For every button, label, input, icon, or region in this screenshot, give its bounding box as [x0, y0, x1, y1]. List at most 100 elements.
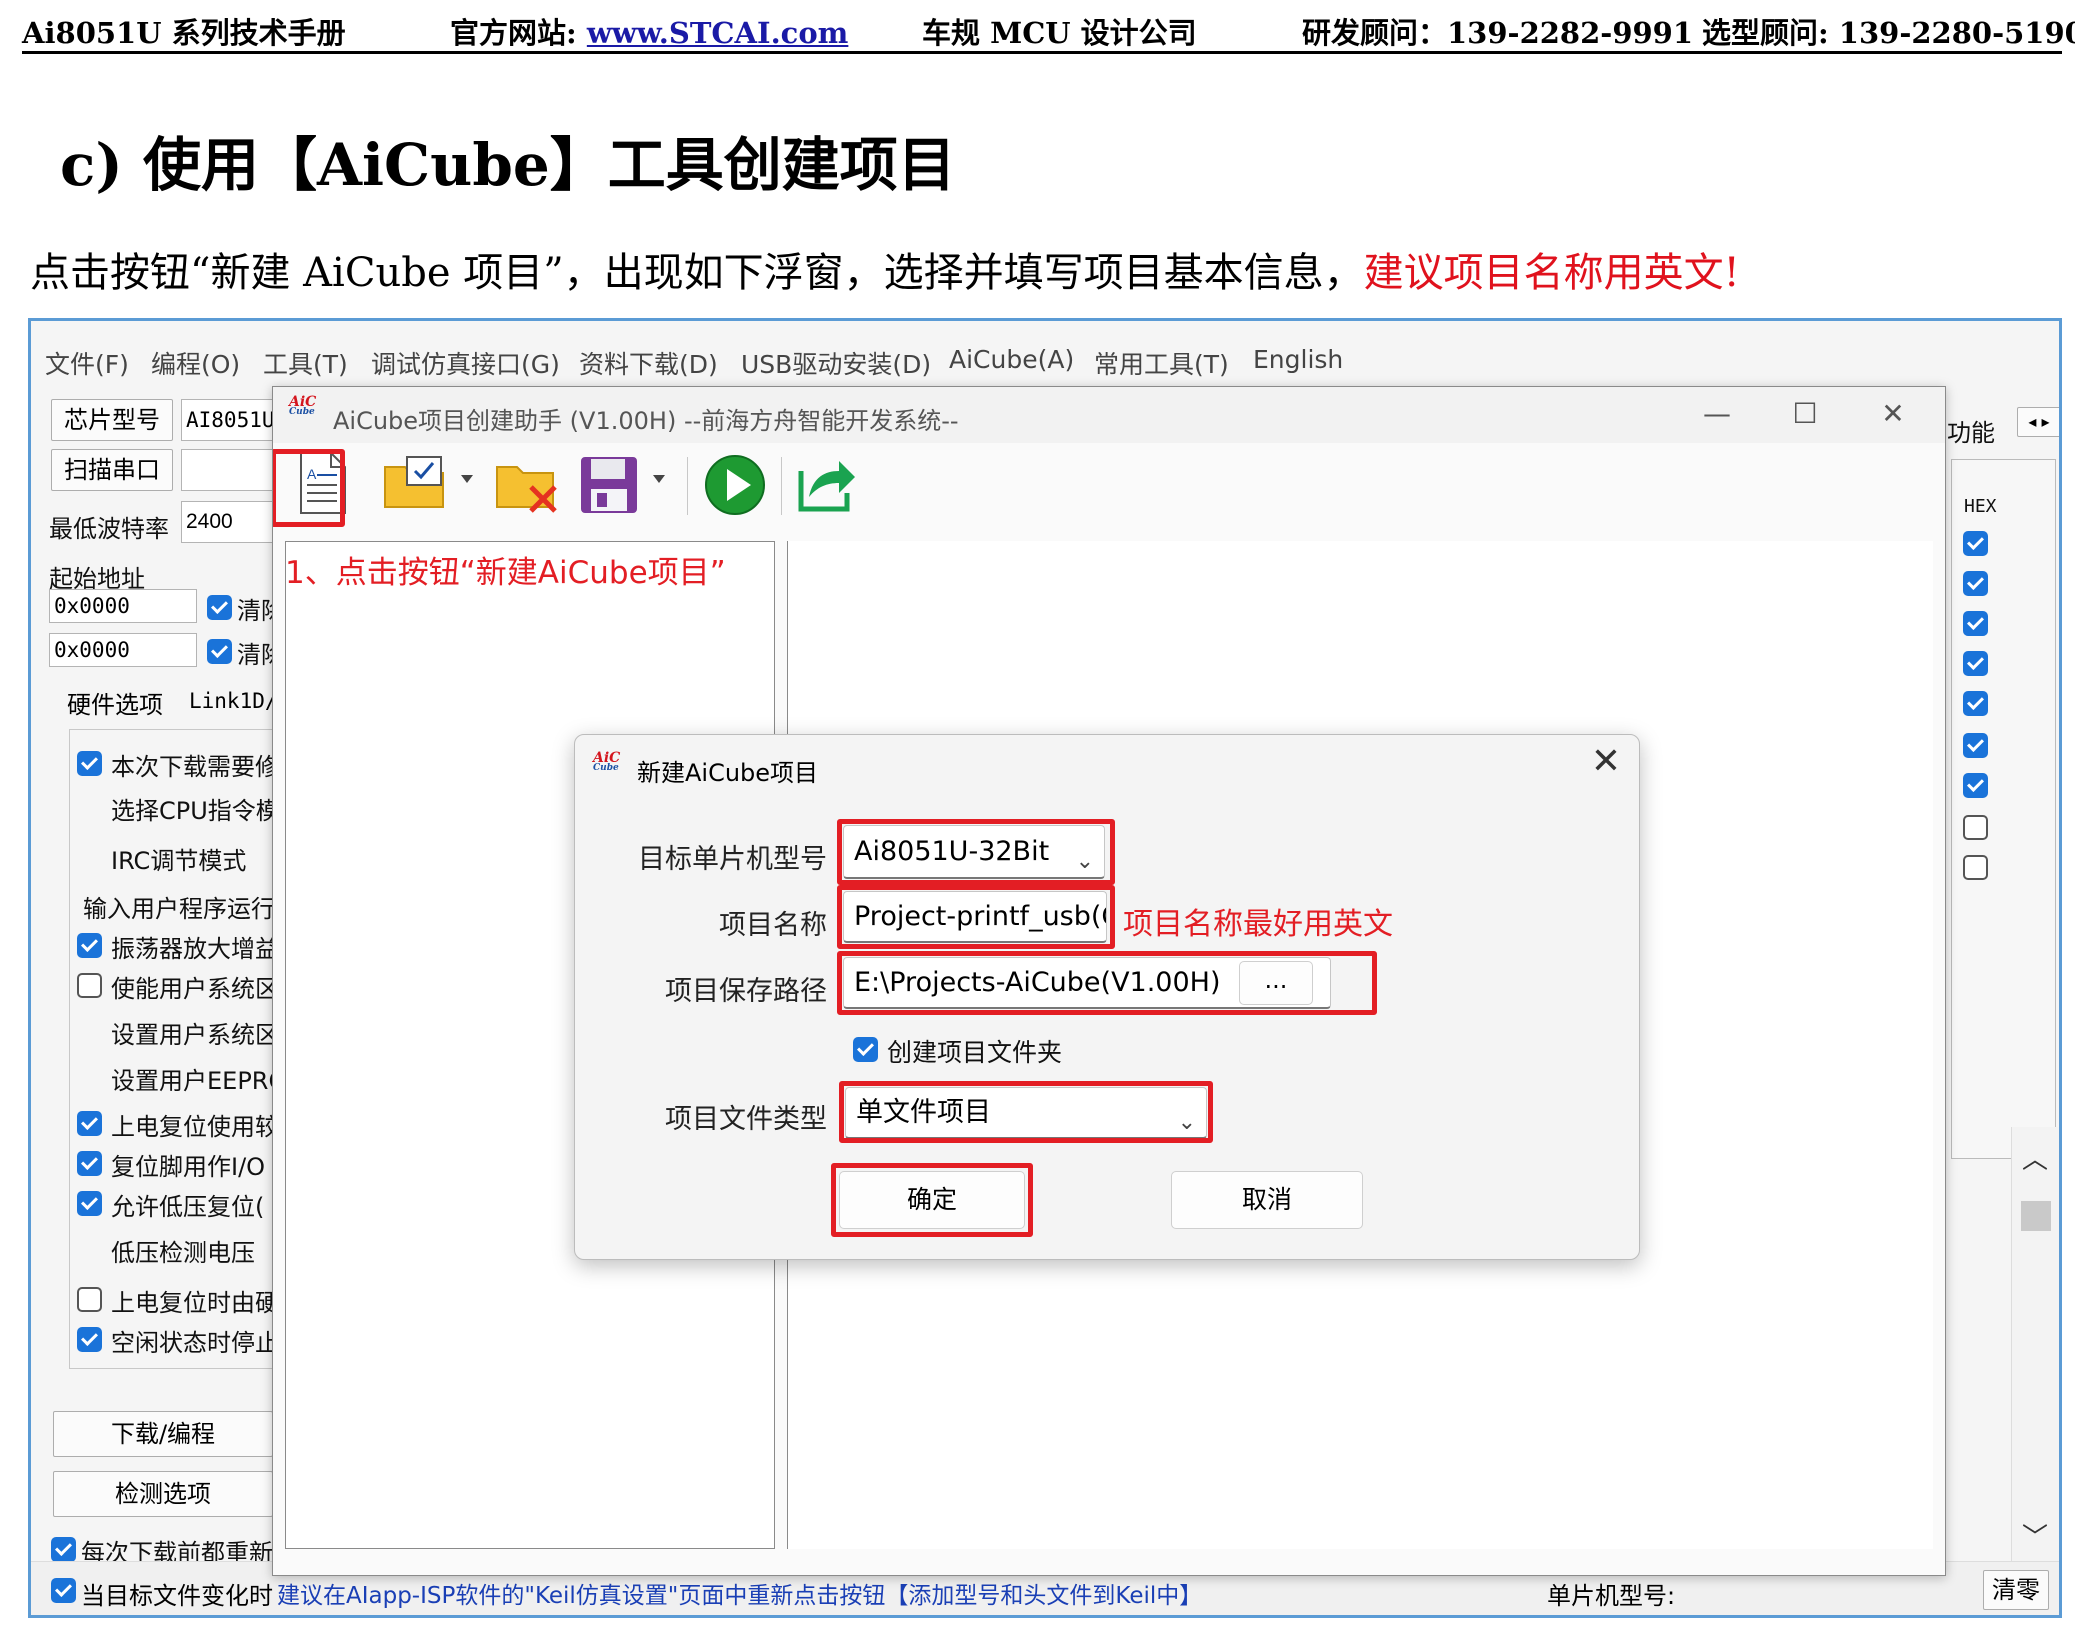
menu-file[interactable]: 文件(F) — [45, 345, 129, 381]
right-option-checkbox[interactable] — [1963, 571, 1988, 596]
option-checkbox[interactable] — [77, 1151, 102, 1176]
option-label: 上电复位使用较 — [111, 1113, 279, 1141]
aicube-logo: AiC Cube — [289, 394, 317, 417]
helper-title-bar: AiC Cube AiCube项目创建助手 (V1.00H) --前海方舟智能开发… — [273, 387, 1945, 443]
menu-aicube[interactable]: AiCube(A) — [949, 345, 1074, 374]
target-mcu-label: 目标单片机型号 — [638, 844, 827, 875]
dialog-logo: AiC Cube — [593, 750, 621, 773]
menu-common-tools[interactable]: 常用工具(T) — [1094, 345, 1229, 381]
save-path-highlight — [837, 951, 1377, 1015]
menu-tools[interactable]: 工具(T) — [263, 345, 348, 381]
right-option-checkbox[interactable] — [1963, 733, 1988, 758]
minimize-icon[interactable]: — — [1697, 397, 1737, 430]
create-folder-label: 创建项目文件夹 — [887, 1038, 1063, 1067]
section-title: c) 使用【AiCube】工具创建项目 — [60, 131, 956, 199]
doc-header: Ai8051U 系列技术手册 官方网站: www.STCAI.com 车规 MC… — [22, 8, 2075, 54]
create-folder-checkbox[interactable] — [853, 1037, 878, 1062]
right-option-checkbox[interactable] — [1963, 531, 1988, 556]
intro-text: 点击按钮“新建 AiCube 项目”，出现如下浮窗，选择并填写项目基本信息，建议… — [30, 250, 1740, 296]
scroll-thumb[interactable] — [2021, 1201, 2051, 1231]
reload-each-checkbox[interactable] — [51, 1537, 76, 1562]
option-checkbox[interactable] — [77, 751, 102, 776]
export-icon[interactable] — [795, 453, 859, 515]
close-project-icon[interactable] — [495, 457, 561, 515]
option-label: 输入用户程序运行 — [83, 895, 275, 923]
option-checkbox[interactable] — [77, 1287, 102, 1312]
right-option-checkbox[interactable] — [1963, 611, 1988, 636]
maximize-icon[interactable]: ☐ — [1785, 397, 1825, 430]
run-icon[interactable] — [703, 453, 767, 517]
step1-annotation: 1、点击按钮“新建AiCube项目” — [285, 555, 726, 591]
scroll-down-icon[interactable]: ﹀ — [2022, 1517, 2048, 1554]
new-project-dialog: AiC Cube 新建AiCube项目 ✕ 目标单片机型号 Ai8051U-32B… — [574, 734, 1640, 1260]
right-option-checkbox[interactable] — [1963, 773, 1988, 798]
right-option-checkbox[interactable] — [1963, 651, 1988, 676]
save-dropdown-icon[interactable] — [653, 475, 665, 483]
clear-code-checkbox[interactable] — [207, 595, 232, 620]
menu-download[interactable]: 资料下载(D) — [579, 345, 718, 381]
option-label: 本次下载需要修 — [111, 753, 279, 781]
min-baud-label: 最低波特率 — [49, 515, 169, 543]
menu-english[interactable]: English — [1253, 345, 1343, 374]
manual-title: Ai8051U 系列技术手册 — [22, 16, 346, 50]
scroll-up-icon[interactable]: ︿ — [2022, 1139, 2048, 1176]
menu-debug[interactable]: 调试仿真接口(G) — [371, 345, 560, 381]
menu-program[interactable]: 编程(O) — [151, 345, 240, 381]
scan-port-button[interactable]: 扫描串口 — [51, 449, 173, 491]
right-option-checkbox[interactable] — [1963, 691, 1988, 716]
option-checkbox[interactable] — [77, 1111, 102, 1136]
close-icon[interactable]: ✕ — [1873, 397, 1913, 430]
right-options-panel: HEX — [1951, 459, 2056, 1159]
option-label: 允许低压复位( — [111, 1193, 265, 1221]
right-option-checkbox[interactable] — [1963, 815, 1988, 840]
company-name: 车规 MCU 设计公司 — [922, 16, 1197, 50]
option-label: 空闲状态时停止 — [111, 1329, 279, 1357]
helper-toolbar: A — [273, 443, 1945, 523]
option-label: 上电复位时由硬 — [111, 1289, 279, 1317]
save-path-label: 项目保存路径 — [665, 976, 827, 1007]
download-button[interactable]: 下载/编程 — [53, 1411, 273, 1457]
right-option-checkbox[interactable] — [1963, 855, 1988, 880]
option-checkbox[interactable] — [77, 1327, 102, 1352]
reload-on-change-label: 当目标文件变化时 — [81, 1582, 273, 1610]
open-dropdown-icon[interactable] — [461, 475, 473, 483]
log-scrollbar[interactable]: ︿ ﹀ — [2011, 1127, 2059, 1563]
target-mcu-highlight — [837, 819, 1115, 885]
tab-scroll-arrows[interactable]: ◂ ▸ — [2017, 407, 2059, 437]
start-address-field-1[interactable]: 0x0000 — [49, 589, 197, 623]
option-checkbox[interactable] — [77, 1191, 102, 1216]
site-link[interactable]: www.STCAI.com — [587, 16, 849, 50]
option-label: IRC调节模式 — [111, 847, 247, 875]
toolbar-separator — [781, 457, 782, 515]
tab-link1d[interactable]: Link1D/ — [189, 689, 278, 713]
project-name-highlight — [837, 885, 1115, 949]
option-checkbox[interactable] — [77, 973, 102, 998]
option-label: 选择CPU指令模 — [111, 797, 280, 825]
reload-on-change-checbox[interactable] — [51, 1578, 76, 1603]
check-options-button[interactable]: 检测选项 — [53, 1471, 273, 1517]
ok-button-highlight — [831, 1163, 1033, 1237]
open-project-icon[interactable] — [383, 455, 449, 511]
menu-bar: 文件(F) 编程(O) 工具(T) 调试仿真接口(G) 资料下载(D) USB驱… — [31, 321, 2059, 383]
file-type-label: 项目文件类型 — [665, 1104, 827, 1135]
chip-model-button[interactable]: 芯片型号 — [51, 399, 173, 441]
file-type-highlight — [839, 1081, 1213, 1143]
menu-usb-driver[interactable]: USB驱动安装(D) — [741, 345, 931, 381]
option-label: 低压检测电压 — [111, 1239, 255, 1267]
option-label: 振荡器放大增益 — [111, 935, 279, 963]
sel-contact: 选型顾问: 139-2280-5190 — [1702, 16, 2075, 50]
tab-hardware-options[interactable]: 硬件选项 — [67, 685, 163, 720]
clear-eeprom-checkbox[interactable] — [207, 639, 232, 664]
intro-highlight: 建议项目名称用英文! — [1363, 250, 1740, 296]
status-hint: 建议在AIapp-ISP软件的"Keil仿真设置"页面中重新点击按钮【添加型号和… — [277, 1583, 1203, 1609]
option-label: 使能用户系统区 — [111, 975, 279, 1003]
option-label: 设置用户系统区 — [111, 1021, 279, 1049]
start-address-field-2[interactable]: 0x0000 — [49, 633, 197, 667]
option-checkbox[interactable] — [77, 933, 102, 958]
hex-label: HEX — [1964, 496, 1997, 517]
dialog-close-icon[interactable]: ✕ — [1591, 741, 1621, 782]
save-icon[interactable] — [579, 455, 641, 515]
rd-contact: 研发顾问：139-2282-9991 — [1302, 16, 1694, 50]
cancel-button[interactable]: 取消 — [1171, 1171, 1363, 1229]
clear-zero-button[interactable]: 清零 — [1983, 1570, 2049, 1610]
